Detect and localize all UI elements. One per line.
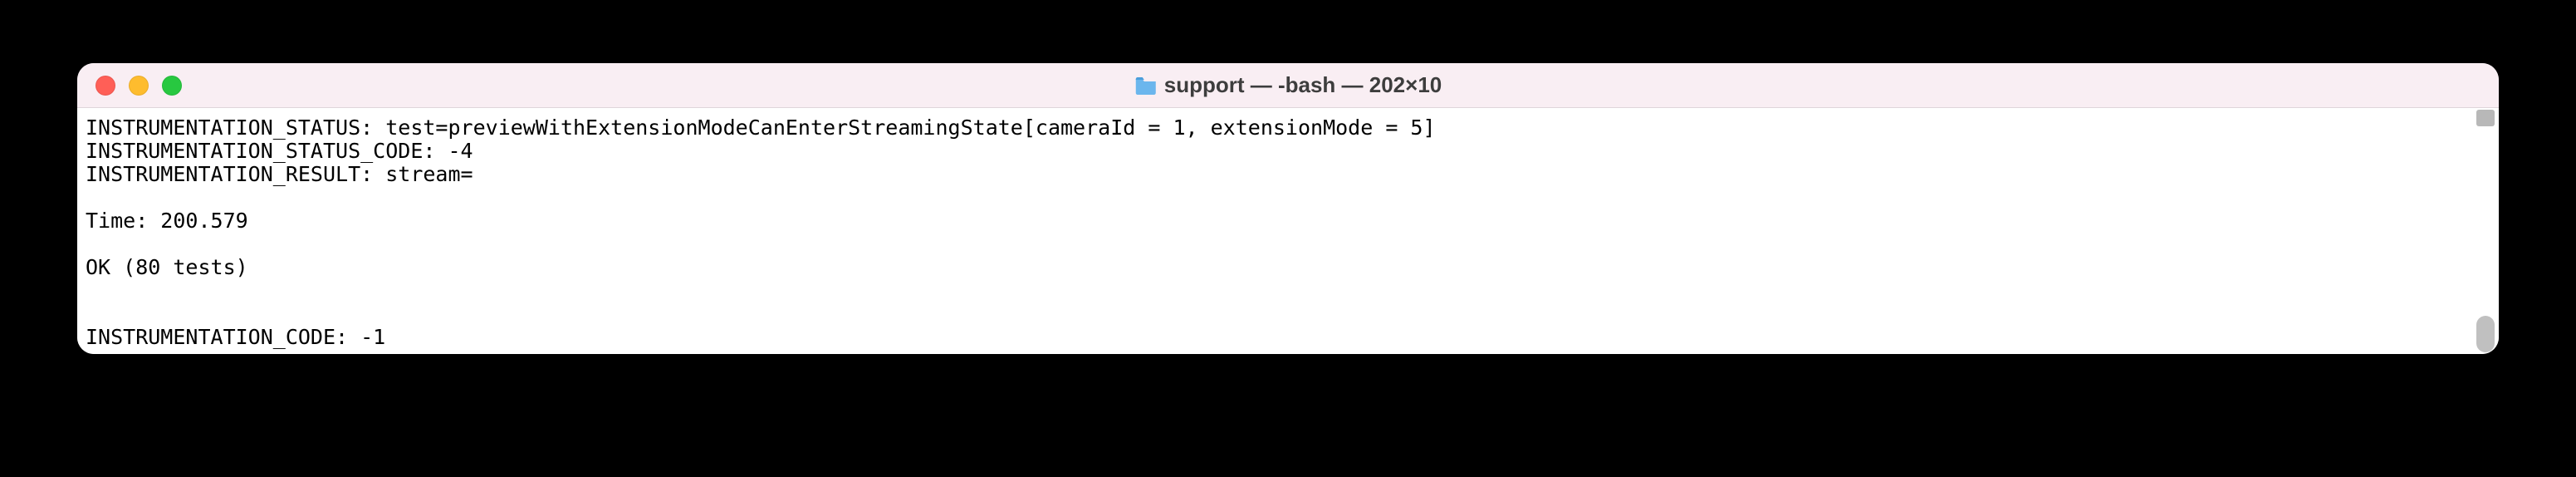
scrollbar-track[interactable]: [2475, 108, 2498, 354]
scrollbar-thumb[interactable]: [2476, 316, 2495, 352]
traffic-lights: [77, 76, 182, 96]
window-title-container: support — -bash — 202×10: [1134, 72, 1442, 98]
titlebar[interactable]: support — -bash — 202×10: [77, 63, 2499, 108]
folder-icon: [1134, 76, 1158, 96]
terminal-window: support — -bash — 202×10 INSTRUMENTATION…: [77, 63, 2499, 354]
zoom-button[interactable]: [162, 76, 182, 96]
terminal-body[interactable]: INSTRUMENTATION_STATUS: test=previewWith…: [77, 108, 2499, 354]
scrollbar-top-indicator: [2476, 110, 2495, 126]
terminal-output: INSTRUMENTATION_STATUS: test=previewWith…: [86, 116, 2490, 349]
close-button[interactable]: [95, 76, 115, 96]
window-title: support — -bash — 202×10: [1164, 72, 1442, 98]
minimize-button[interactable]: [129, 76, 149, 96]
